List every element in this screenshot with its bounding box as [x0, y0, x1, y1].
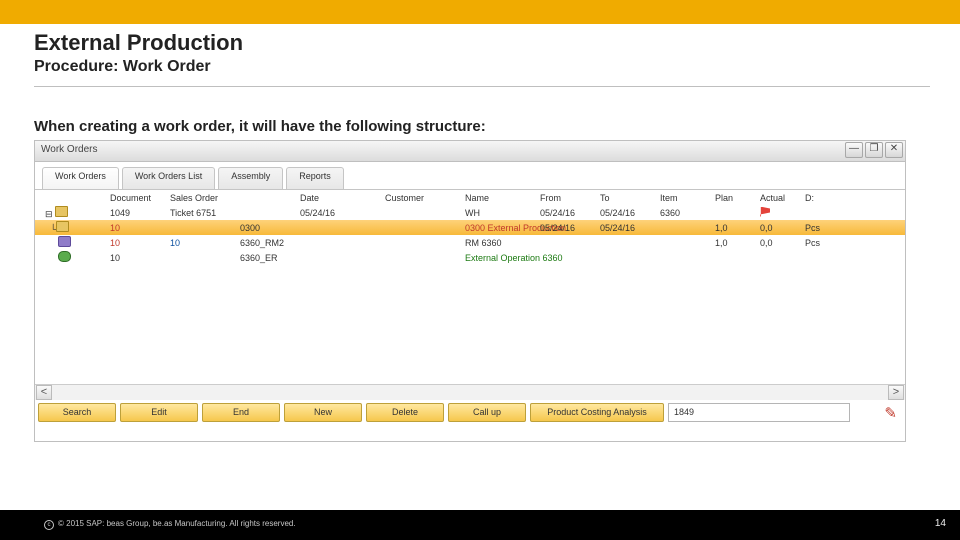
- col-actual: Actual: [760, 193, 805, 203]
- tab-assembly[interactable]: Assembly: [218, 167, 283, 189]
- cell-unit: Pcs: [805, 223, 865, 233]
- folder-icon: [56, 221, 69, 232]
- cell-from: 05/24/16: [540, 208, 600, 218]
- tree-cell: [45, 236, 110, 249]
- cell-to: 05/24/16: [600, 208, 660, 218]
- col-item: Item: [660, 193, 715, 203]
- tab-work-orders-list[interactable]: Work Orders List: [122, 167, 215, 189]
- copyright-text: © 2015 SAP: beas Group, be.as Manufactur…: [58, 519, 296, 528]
- table-row[interactable]: ⊟ 1049 Ticket 6751 05/24/16 WH 05/24/16 …: [35, 205, 905, 220]
- copyright: c © 2015 SAP: beas Group, be.as Manufactu…: [44, 519, 296, 530]
- col-document: Document: [110, 193, 170, 203]
- footer: c © 2015 SAP: beas Group, be.as Manufactu…: [0, 510, 960, 540]
- col-name: Name: [465, 193, 540, 203]
- grid-area: Document Sales Order Date Customer Name …: [35, 189, 905, 425]
- product-costing-button[interactable]: Product Costing Analysis: [530, 403, 664, 422]
- tab-work-orders[interactable]: Work Orders: [42, 167, 119, 189]
- col-from: From: [540, 193, 600, 203]
- folder-icon: [55, 206, 68, 217]
- col-sales-order: Sales Order: [170, 193, 240, 203]
- cell-name: WH: [465, 208, 540, 218]
- window-title: Work Orders: [41, 144, 98, 155]
- tree-cell: └: [45, 221, 110, 234]
- operation-icon: [58, 251, 71, 262]
- minimize-button[interactable]: —: [845, 142, 863, 158]
- cell: 10: [170, 238, 240, 248]
- table-row[interactable]: 10 10 6360_RM2 RM 6360 1,0 0,0 Pcs: [35, 235, 905, 250]
- cell: 6360_ER: [240, 253, 300, 263]
- cell-item: 6360: [660, 208, 715, 218]
- cell-plan: 1,0: [715, 238, 760, 248]
- tree-cell: [45, 251, 110, 264]
- cell-to: 05/24/16: [600, 223, 660, 233]
- scroll-right-icon[interactable]: >: [888, 385, 904, 400]
- page-title: External Production: [34, 30, 924, 56]
- col-to: To: [600, 193, 660, 203]
- new-button[interactable]: New: [284, 403, 362, 422]
- intro-text: When creating a work order, it will have…: [34, 118, 486, 135]
- cell-from: 05/24/16: [540, 223, 600, 233]
- work-orders-window: Work Orders — ❐ ✕ Work Orders Work Order…: [34, 140, 906, 442]
- col-date: Date: [300, 193, 385, 203]
- cell-actual: [760, 207, 805, 219]
- button-bar: Search Edit End New Delete Call up Produ…: [38, 403, 902, 422]
- cell: 6360_RM2: [240, 238, 300, 248]
- delete-button[interactable]: Delete: [366, 403, 444, 422]
- tree-cell: ⊟: [45, 206, 110, 220]
- scroll-left-icon[interactable]: <: [36, 385, 52, 400]
- col-plan: Plan: [715, 193, 760, 203]
- table-row[interactable]: └ 10 0300 0300 External Production 05/24…: [35, 220, 905, 235]
- restore-button[interactable]: ❐: [865, 142, 883, 158]
- flag-icon: [760, 207, 770, 217]
- cell-actual: 0,0: [760, 223, 805, 233]
- end-button[interactable]: End: [202, 403, 280, 422]
- col-customer: Customer: [385, 193, 465, 203]
- cell-unit: Pcs: [805, 238, 865, 248]
- cell-name: RM 6360: [465, 238, 540, 248]
- divider: [34, 86, 930, 87]
- copyright-icon: c: [44, 520, 54, 530]
- tab-reports[interactable]: Reports: [286, 167, 344, 189]
- cart-icon: [58, 236, 71, 247]
- cell-document: 1049: [110, 208, 170, 218]
- cell: 0300: [240, 223, 300, 233]
- window-titlebar: Work Orders — ❐ ✕: [35, 141, 905, 162]
- close-button[interactable]: ✕: [885, 142, 903, 158]
- cell-document: 10: [110, 223, 170, 233]
- col-d: D:: [805, 193, 865, 203]
- cell-name: External Operation 6360: [465, 253, 540, 263]
- call-up-button[interactable]: Call up: [448, 403, 526, 422]
- grid-header: Document Sales Order Date Customer Name …: [35, 190, 905, 205]
- brand-bar: [0, 0, 960, 24]
- cell-document: 10: [110, 253, 170, 263]
- cell-document: 10: [110, 238, 170, 248]
- search-button[interactable]: Search: [38, 403, 116, 422]
- title-area: External Production Procedure: Work Orde…: [34, 30, 924, 76]
- pencil-icon[interactable]: ✎: [884, 404, 897, 422]
- table-row[interactable]: 10 6360_ER External Operation 6360: [35, 250, 905, 265]
- horizontal-scrollbar[interactable]: < >: [35, 384, 905, 400]
- cell-sales: Ticket 6751: [170, 208, 240, 218]
- cell-name: 0300 External Production: [465, 223, 540, 233]
- edit-button[interactable]: Edit: [120, 403, 198, 422]
- tab-bar: Work Orders Work Orders List Assembly Re…: [35, 162, 905, 189]
- id-field[interactable]: 1849: [668, 403, 850, 422]
- cell-actual: 0,0: [760, 238, 805, 248]
- cell-plan: 1,0: [715, 223, 760, 233]
- cell-date: 05/24/16: [300, 208, 385, 218]
- page-number: 14: [935, 518, 946, 529]
- page-subtitle: Procedure: Work Order: [34, 58, 924, 76]
